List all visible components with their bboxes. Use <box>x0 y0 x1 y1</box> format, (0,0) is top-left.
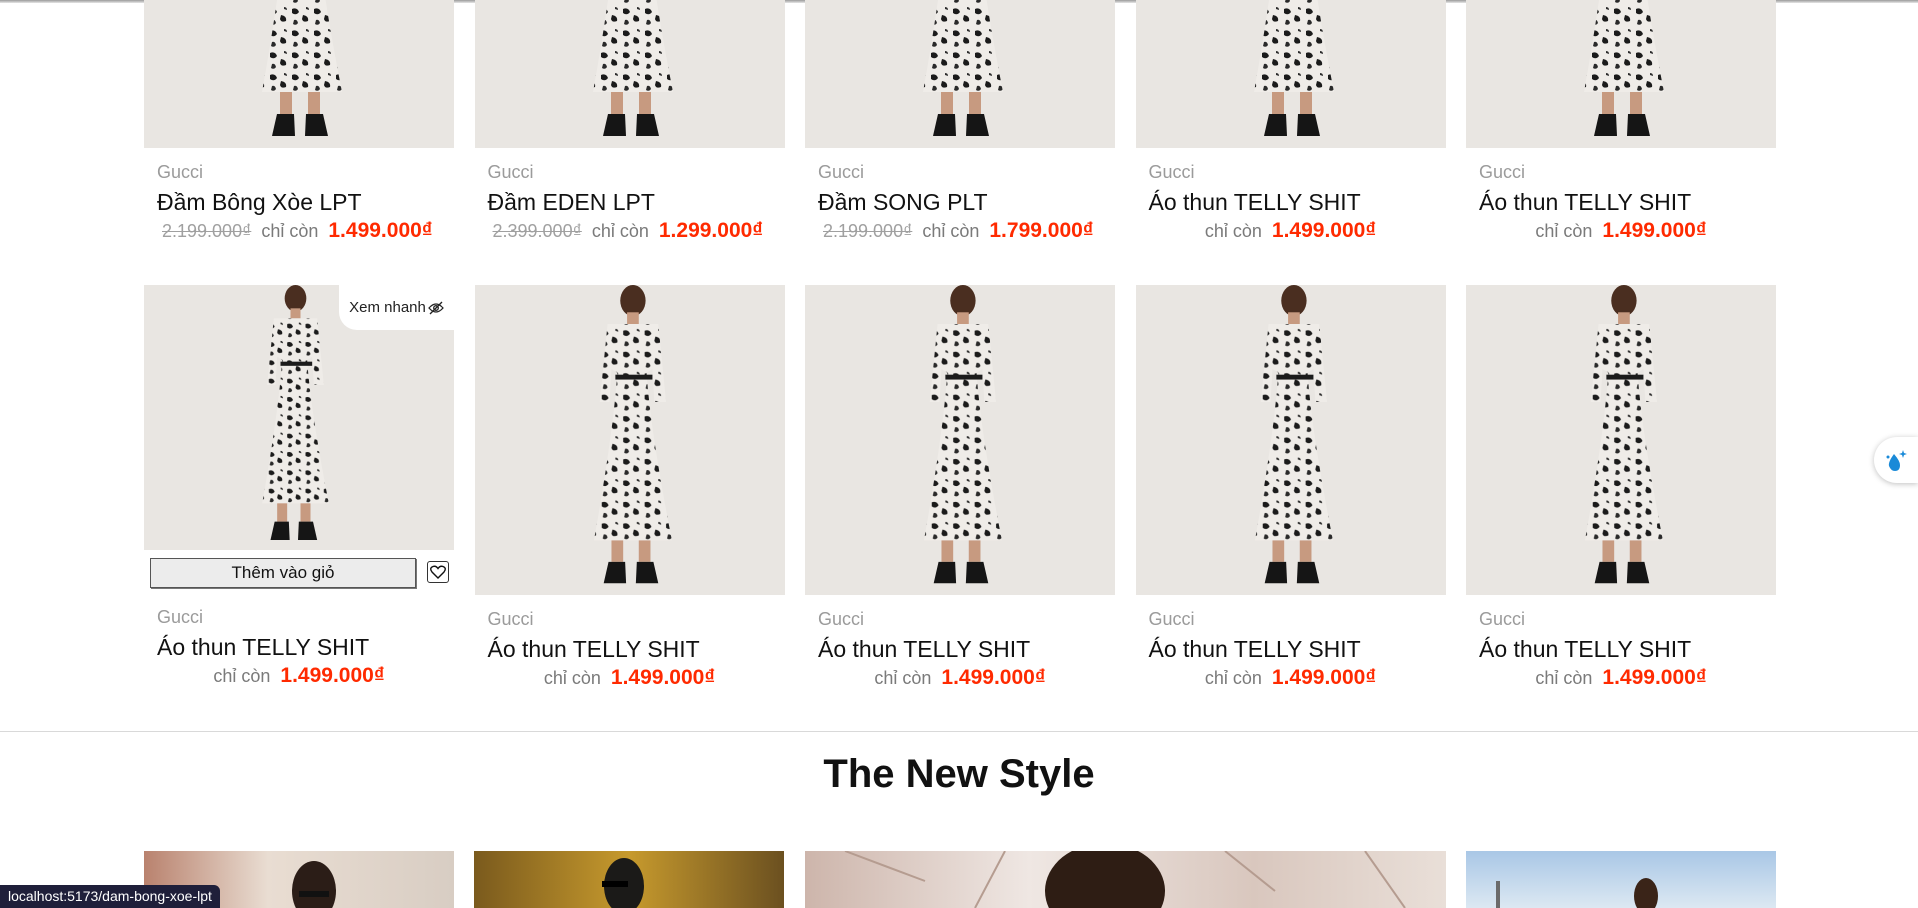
price-row: chỉ còn 1.499.000₫ <box>1466 666 1776 692</box>
product-brand: Gucci <box>818 609 865 629</box>
product-brand: Gucci <box>157 607 204 627</box>
sale-price: 1.799.000₫ <box>989 219 1094 242</box>
product-name[interactable]: Đầm SONG PLT <box>818 188 1115 216</box>
sale-price: 1.499.000₫ <box>1271 666 1377 689</box>
only-label: chỉ còn <box>1204 221 1262 241</box>
product-image[interactable] <box>144 0 454 148</box>
price-row: chỉ còn 1.499.000₫ <box>1136 219 1446 245</box>
product-brand: Gucci <box>1479 609 1526 629</box>
sale-price: 1.299.000₫ <box>658 219 764 242</box>
product-image[interactable]: Xem nhanh <box>144 285 454 550</box>
product-name[interactable]: Áo thun TELLY SHIT <box>1479 635 1776 663</box>
quick-view-label: Xem nhanh <box>349 299 426 316</box>
sale-price: 1.499.000₫ <box>1602 219 1707 242</box>
only-label: chỉ còn <box>543 668 601 688</box>
product-grid-row-1: Gucci Đầm Bông Xòe LPT 2.199.000₫ chỉ cò… <box>144 0 1776 245</box>
price-row: 2.199.000₫ chỉ còn 1.499.000₫ <box>144 219 454 245</box>
product-name[interactable]: Áo thun TELLY SHIT <box>157 633 454 661</box>
product-card[interactable]: Gucci Áo thun TELLY SHIT chỉ còn 1.499.0… <box>1466 0 1776 245</box>
only-label: chỉ còn <box>922 221 980 241</box>
product-name[interactable]: Đầm EDEN LPT <box>488 188 785 216</box>
product-name[interactable]: Áo thun TELLY SHIT <box>1479 188 1776 216</box>
card-actions: Thêm vào giỏ <box>144 550 454 595</box>
price-row: chỉ còn 1.499.000₫ <box>1136 666 1446 692</box>
only-label: chỉ còn <box>591 221 649 241</box>
only-label: chỉ còn <box>1535 668 1593 688</box>
product-name[interactable]: Áo thun TELLY SHIT <box>1149 635 1446 663</box>
product-name[interactable]: Áo thun TELLY SHIT <box>488 635 785 663</box>
product-image[interactable] <box>1466 285 1776 595</box>
product-brand: Gucci <box>1479 162 1526 182</box>
product-card[interactable]: Gucci Đầm SONG PLT 2.199.000₫ chỉ còn 1.… <box>805 0 1115 245</box>
product-image[interactable] <box>1466 0 1776 148</box>
price-row: chỉ còn 1.499.000₫ <box>475 666 785 692</box>
sale-price: 1.499.000₫ <box>280 664 385 687</box>
product-brand: Gucci <box>487 162 534 182</box>
sale-price: 1.499.000₫ <box>1602 666 1707 689</box>
product-image[interactable] <box>1135 285 1446 595</box>
water-drop-sparkle-icon <box>1886 450 1907 471</box>
add-to-cart-button[interactable]: Thêm vào giỏ <box>150 558 416 588</box>
product-brand: Gucci <box>818 162 865 182</box>
product-name[interactable]: Áo thun TELLY SHIT <box>818 635 1115 663</box>
sale-price: 1.499.000₫ <box>610 666 716 689</box>
product-grid-row-2: Xem nhanh Thêm vào giỏ Gucci Áo thun TEL… <box>144 285 1776 692</box>
product-card[interactable]: Gucci Đầm Bông Xòe LPT 2.199.000₫ chỉ cò… <box>144 0 454 245</box>
quick-view-button[interactable]: Xem nhanh <box>339 285 454 330</box>
wishlist-button[interactable] <box>427 561 449 583</box>
product-card[interactable]: Gucci Áo thun TELLY SHIT chỉ còn 1.499.0… <box>474 285 785 692</box>
product-card[interactable]: Gucci Đầm EDEN LPT 2.399.000₫ chỉ còn 1.… <box>474 0 785 245</box>
product-name[interactable]: Áo thun TELLY SHIT <box>1149 188 1446 216</box>
product-image[interactable] <box>805 285 1115 595</box>
product-card[interactable]: Gucci Áo thun TELLY SHIT chỉ còn 1.499.0… <box>1135 285 1446 692</box>
price-row: chỉ còn 1.499.000₫ <box>144 664 454 690</box>
only-label: chỉ còn <box>261 221 319 241</box>
only-label: chỉ còn <box>213 666 271 686</box>
price-row: 2.199.000₫ chỉ còn 1.799.000₫ <box>805 219 1115 245</box>
product-image[interactable] <box>805 0 1115 148</box>
old-price: 2.199.000₫ <box>823 221 913 241</box>
section-title: The New Style <box>823 752 1095 796</box>
product-card[interactable]: Gucci Áo thun TELLY SHIT chỉ còn 1.499.0… <box>1466 285 1776 692</box>
sale-price: 1.499.000₫ <box>1271 219 1377 242</box>
sale-price: 1.499.000₫ <box>941 666 1046 689</box>
product-card[interactable]: Xem nhanh Thêm vào giỏ Gucci Áo thun TEL… <box>144 285 454 692</box>
section-divider <box>0 731 1918 732</box>
floating-action-button[interactable] <box>1874 437 1918 483</box>
product-image[interactable] <box>474 285 785 595</box>
price-row: chỉ còn 1.499.000₫ <box>805 666 1115 692</box>
only-label: chỉ còn <box>874 668 932 688</box>
price-row: 2.399.000₫ chỉ còn 1.299.000₫ <box>475 219 785 245</box>
status-bar-url: localhost:5173/dam-bong-xoe-lpt <box>0 885 220 908</box>
product-image[interactable] <box>1135 0 1446 148</box>
product-brand: Gucci <box>157 162 204 182</box>
style-image[interactable] <box>1466 851 1776 908</box>
eye-slash-icon <box>427 301 444 314</box>
only-label: chỉ còn <box>1535 221 1593 241</box>
old-price: 2.399.000₫ <box>492 221 582 241</box>
style-image[interactable] <box>474 851 784 908</box>
product-name[interactable]: Đầm Bông Xòe LPT <box>157 188 454 216</box>
product-image[interactable] <box>474 0 785 148</box>
old-price: 2.199.000₫ <box>162 221 252 241</box>
product-brand: Gucci <box>487 609 534 629</box>
product-card[interactable]: Gucci Áo thun TELLY SHIT chỉ còn 1.499.0… <box>805 285 1115 692</box>
style-image[interactable] <box>805 851 1446 908</box>
price-row: chỉ còn 1.499.000₫ <box>1466 219 1776 245</box>
sale-price: 1.499.000₫ <box>328 219 433 242</box>
heart-outline-icon <box>430 565 446 579</box>
product-brand: Gucci <box>1148 609 1195 629</box>
product-brand: Gucci <box>1148 162 1195 182</box>
only-label: chỉ còn <box>1204 668 1262 688</box>
product-card[interactable]: Gucci Áo thun TELLY SHIT chỉ còn 1.499.0… <box>1135 0 1446 245</box>
